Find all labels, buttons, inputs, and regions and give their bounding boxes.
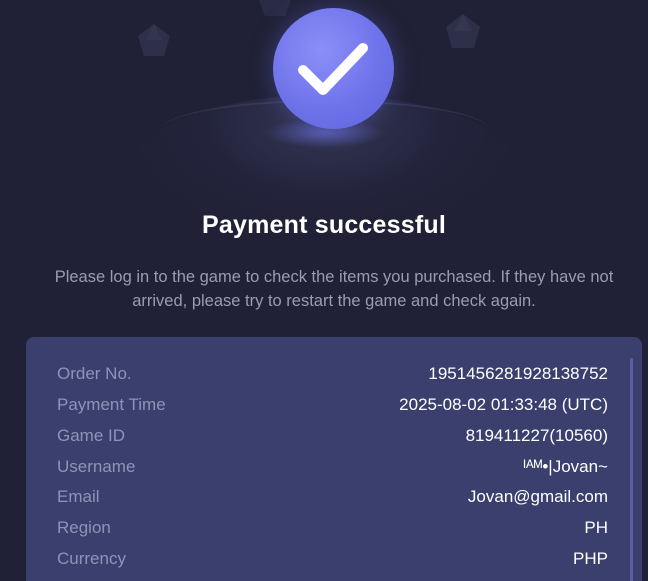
detail-value: ᴵᴬᴹ•|Jovan~ [523, 457, 608, 476]
status-message: Please log in to the game to check the i… [54, 268, 614, 310]
detail-value: 1951456281928138752 [428, 364, 608, 383]
check-icon [298, 43, 368, 95]
detail-label: Payment Time [57, 395, 166, 414]
detail-value: Jovan@gmail.com [467, 487, 608, 506]
detail-label: Region [57, 518, 111, 537]
gem-decoration-icon [446, 14, 480, 48]
detail-label: Username [57, 457, 136, 476]
card-scrollbar[interactable] [630, 358, 633, 581]
detail-label: Email [57, 487, 100, 506]
detail-row-game-id: Game ID 819411227(10560) [57, 426, 608, 450]
detail-value: PH [584, 518, 608, 537]
detail-label: Order No. [57, 364, 132, 383]
detail-value: 819411227(10560) [465, 426, 608, 445]
detail-row-region: Region PH [57, 518, 608, 542]
detail-row-username: Username ᴵᴬᴹ•|Jovan~ [57, 457, 608, 481]
detail-value: PHP [573, 549, 608, 568]
page-title: Payment successful [202, 211, 446, 239]
detail-value: 2025-08-02 01:33:48 (UTC) [399, 395, 608, 414]
detail-row-order-no: Order No. 1951456281928138752 [57, 364, 608, 388]
detail-row-payment-time: Payment Time 2025-08-02 01:33:48 (UTC) [57, 395, 608, 419]
detail-row-email: Email Jovan@gmail.com [57, 487, 608, 511]
detail-label: Currency [57, 549, 126, 568]
payment-result-page: Payment successful Please log in to the … [0, 0, 648, 581]
gem-decoration-icon [138, 24, 170, 56]
detail-row-currency: Currency PHP [57, 549, 608, 573]
success-badge [273, 8, 394, 129]
detail-label: Game ID [57, 426, 126, 445]
